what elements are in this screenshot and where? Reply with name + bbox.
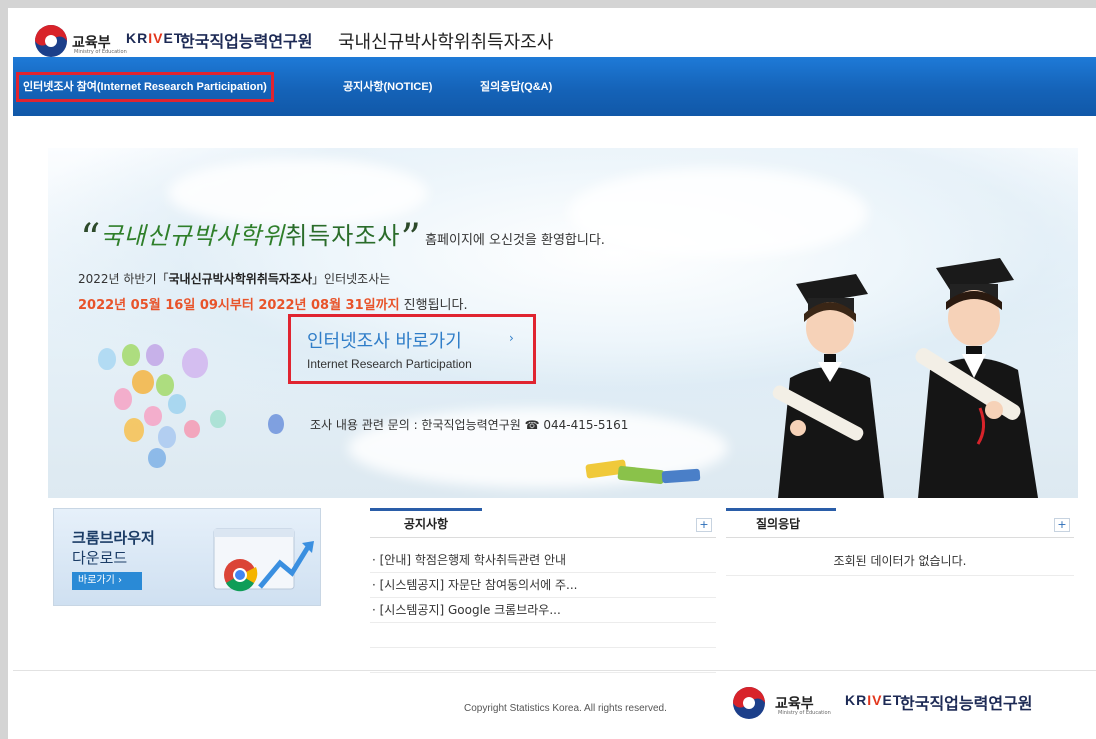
chrome-download-banner[interactable]: 크롬브라우저 다운로드 바로가기 › [53, 508, 321, 606]
nav-notice[interactable]: 공지사항(NOTICE) [343, 72, 432, 102]
tab-notice[interactable]: 공지사항 [370, 508, 482, 538]
copyright-text: Copyright Statistics Korea. All rights r… [464, 703, 667, 714]
survey-period-text: 2022년 하반기「국내신규박사학위취득자조사」인터넷조사는 [78, 272, 391, 286]
contact-info: 조사 내용 관련 문의 : 한국직업능력연구원 ☎ 044-415-5161 [310, 418, 629, 432]
tab-qna[interactable]: 질의응답 [726, 508, 836, 538]
footer-divider [13, 670, 1096, 671]
ministry-of-education-logo[interactable] [732, 686, 766, 720]
chrome-subtitle: 다운로드 [72, 549, 128, 567]
notice-item[interactable]: · [시스템공지] Google 크롬브라우... [370, 598, 716, 623]
footer-institute-name: 한국직업능력연구원 [900, 694, 1033, 713]
site-title: 국내신규박사학위취득자조사 [338, 32, 554, 53]
footer-ministry-subtitle: Ministry of Education [778, 710, 831, 716]
internet-research-shortcut-button[interactable]: 인터넷조사 바로가기 › Internet Research Participa… [288, 314, 536, 384]
page: 교육부 Ministry of Education KRIVET 한국직업능력연… [8, 8, 1096, 739]
cta-label-ko: 인터넷조사 바로가기 [307, 331, 462, 352]
ministry-of-education-logo[interactable] [34, 24, 68, 58]
footer-krivet-logo[interactable]: KRIVET [845, 692, 902, 708]
qna-panel-header: 질의응답 + [726, 508, 1074, 538]
notice-more-button[interactable]: + [696, 518, 712, 532]
main-navigation: 인터넷조사 참여(Internet Research Participation… [13, 57, 1096, 116]
chrome-icon [213, 528, 314, 592]
notice-item[interactable]: · [안내] 학점은행제 학사취득관련 안내 [370, 548, 716, 573]
notice-item[interactable]: · [시스템공지] 자문단 참여동의서에 주... [370, 573, 716, 598]
cta-label-en: Internet Research Participation [307, 357, 472, 371]
notice-list: · [안내] 학점은행제 학사취득관련 안내 · [시스템공지] 자문단 참여동… [370, 548, 716, 673]
notice-panel-header: 공지사항 + [370, 508, 716, 538]
notice-item-empty [370, 623, 716, 648]
institute-name: 한국직업능력연구원 [180, 32, 313, 51]
nav-internet-research[interactable]: 인터넷조사 참여(Internet Research Participation… [16, 72, 274, 102]
notice-panel: 공지사항 + · [안내] 학점은행제 학사취득관련 안내 · [시스템공지] … [370, 508, 716, 673]
hero-banner: “국내신규박사학위취득자조사” 홈페이지에 오신것을 환영합니다. 2022년 … [48, 148, 1078, 498]
chrome-title: 크롬브라우저 [72, 529, 155, 547]
ministry-subtitle: Ministry of Education [74, 49, 127, 55]
welcome-heading: “국내신규박사학위취득자조사” 홈페이지에 오신것을 환영합니다. [80, 216, 605, 262]
graduates-illustration [772, 258, 1038, 498]
site-header: 교육부 Ministry of Education KRIVET 한국직업능력연… [8, 8, 1096, 58]
qna-panel: 질의응답 + 조회된 데이터가 없습니다. [726, 508, 1074, 658]
chrome-shortcut-button[interactable]: 바로가기 › [72, 572, 142, 590]
cloud-decoration [568, 168, 868, 258]
krivet-logo[interactable]: KRIVET [126, 30, 183, 46]
qna-empty-message: 조회된 데이터가 없습니다. [726, 552, 1074, 576]
nav-qna[interactable]: 질의응답(Q&A) [480, 72, 552, 102]
chevron-right-icon: › [509, 331, 514, 345]
crayons-illustration [585, 459, 701, 485]
qna-more-button[interactable]: + [1054, 518, 1070, 532]
survey-schedule: 2022년 05월 16일 09시부터 2022년 08월 31일까지 진행됩니… [78, 298, 468, 313]
